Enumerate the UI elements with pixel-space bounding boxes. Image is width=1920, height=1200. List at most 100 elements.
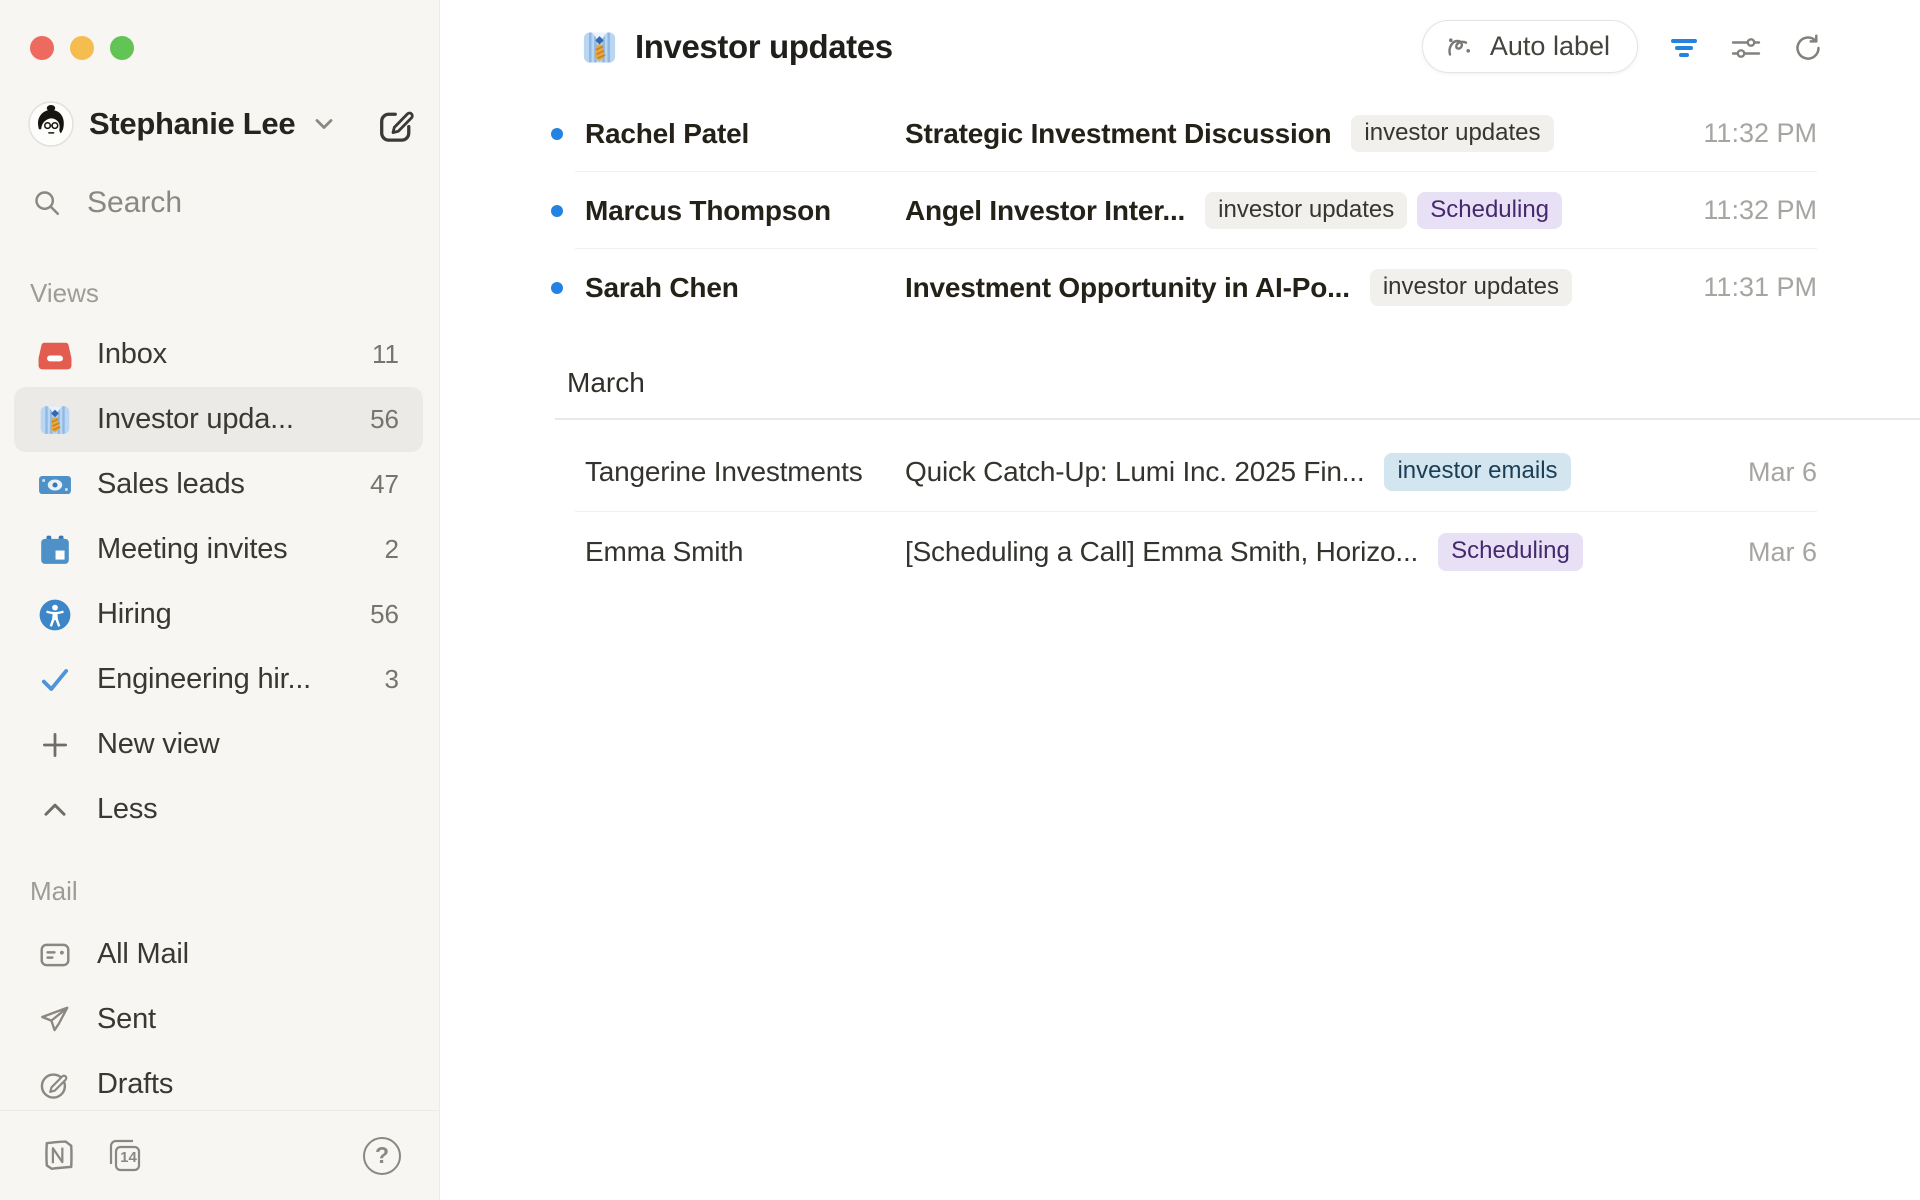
email-subject: Investment Opportunity in AI-Po... (905, 272, 1350, 304)
display-settings-button[interactable] (1729, 31, 1763, 65)
sidebar-bottom-bar: 14 ? (39, 1111, 401, 1200)
auto-label-text: Auto label (1490, 31, 1610, 62)
sidebar-item-label: Drafts (97, 1068, 173, 1101)
accessibility-icon (38, 598, 72, 632)
email-sender: Emma Smith (585, 536, 905, 568)
sidebar: Stephanie Lee Search Views (0, 0, 440, 1200)
sidebar-item-label: All Mail (97, 938, 189, 971)
email-row[interactable]: Sarah Chen Investment Opportunity in AI-… (547, 249, 1817, 326)
email-tags: investor updates (1370, 269, 1572, 307)
calendar-day-number: 14 (117, 1149, 140, 1166)
sidebar-item-inbox[interactable]: Inbox 11 (14, 322, 423, 387)
new-view-label: New view (97, 728, 220, 761)
mail-section-label: Mail (30, 876, 78, 907)
unread-count: 56 (370, 599, 399, 630)
label-tag[interactable]: Scheduling (1438, 533, 1583, 571)
email-time: 11:32 PM (1683, 195, 1817, 226)
sidebar-item-label: Inbox (97, 338, 167, 371)
notion-calendar-button[interactable]: 14 (105, 1136, 145, 1176)
label-tag[interactable]: investor updates (1205, 192, 1407, 230)
new-view-button[interactable]: New view (14, 712, 423, 777)
list-toolbar (1667, 31, 1825, 65)
less-label: Less (97, 793, 157, 826)
sidebar-item-investor-updates[interactable]: Investor upda... 56 (14, 387, 423, 452)
compose-icon (377, 106, 417, 146)
user-name: Stephanie Lee (89, 106, 295, 142)
sidebar-item-label: Meeting invites (97, 533, 287, 566)
compose-button[interactable] (377, 106, 417, 146)
label-tag[interactable]: investor emails (1384, 453, 1570, 491)
email-sender: Sarah Chen (585, 272, 905, 304)
less-button[interactable]: Less (14, 777, 423, 842)
sidebar-item-hiring[interactable]: Hiring 56 (14, 582, 423, 647)
paper-plane-icon (38, 1003, 72, 1037)
sidebar-item-all-mail[interactable]: All Mail (14, 922, 423, 987)
sidebar-item-sales-leads[interactable]: Sales leads 47 (14, 452, 423, 517)
email-list: Rachel Patel Strategic Investment Discus… (547, 95, 1817, 592)
notion-logo-icon (39, 1136, 79, 1176)
plus-icon (38, 728, 72, 762)
search-icon (32, 188, 62, 218)
sidebar-item-label: Investor upda... (97, 403, 294, 436)
sidebar-item-label: Engineering hir... (97, 663, 311, 696)
filter-icon (1667, 31, 1701, 65)
label-tag[interactable]: investor updates (1370, 269, 1572, 307)
unread-count: 56 (370, 404, 399, 435)
refresh-button[interactable] (1791, 31, 1825, 65)
email-tags: investor updates (1351, 115, 1553, 153)
checkmark-icon (38, 663, 72, 697)
inbox-tray-icon (38, 338, 72, 372)
email-subject: Angel Investor Inter... (905, 195, 1185, 227)
views-section-label: Views (30, 278, 99, 309)
unread-count: 47 (370, 469, 399, 500)
filter-button[interactable] (1667, 31, 1701, 65)
minimize-window-button[interactable] (70, 36, 94, 60)
views-list: Inbox 11 Investor upda... 56 (14, 322, 423, 842)
sliders-icon (1729, 31, 1763, 65)
chevron-down-icon (311, 111, 337, 137)
sidebar-item-label: Sent (97, 1003, 156, 1036)
email-sender: Marcus Thompson (585, 195, 905, 227)
help-button[interactable]: ? (363, 1137, 401, 1175)
unread-count: 11 (372, 339, 399, 370)
account-switcher[interactable]: Stephanie Lee (28, 101, 337, 147)
email-row[interactable]: Tangerine Investments Quick Catch-Up: Lu… (547, 420, 1817, 512)
unread-count: 2 (385, 534, 399, 565)
user-avatar (28, 101, 74, 147)
email-sender: Rachel Patel (585, 118, 905, 150)
email-row[interactable]: Rachel Patel Strategic Investment Discus… (547, 95, 1817, 172)
email-subject: [Scheduling a Call] Emma Smith, Horizo..… (905, 536, 1418, 568)
window-controls (30, 36, 134, 60)
email-time: Mar 6 (1728, 457, 1817, 488)
view-header: Investor updates (581, 28, 893, 66)
auto-label-button[interactable]: Auto label (1422, 20, 1638, 73)
email-tags: Scheduling (1438, 533, 1583, 571)
label-tag[interactable]: Scheduling (1417, 192, 1562, 230)
banknote-icon (38, 468, 72, 502)
email-time: Mar 6 (1728, 537, 1817, 568)
month-label: March (567, 367, 645, 399)
all-mail-icon (38, 938, 72, 972)
email-tags: investor updates Scheduling (1205, 192, 1562, 230)
sidebar-item-engineering-hiring[interactable]: Engineering hir... 3 (14, 647, 423, 712)
email-row[interactable]: Marcus Thompson Angel Investor Inter... … (547, 172, 1817, 249)
calendar-icon (38, 533, 72, 567)
necktie-icon (38, 403, 72, 437)
auto-label-wand-icon (1443, 30, 1477, 64)
label-tag[interactable]: investor updates (1351, 115, 1553, 153)
unread-dot (551, 128, 563, 140)
pencil-circle-icon (38, 1068, 72, 1102)
notion-app-button[interactable] (39, 1136, 79, 1176)
sidebar-item-drafts[interactable]: Drafts (14, 1052, 423, 1117)
sidebar-item-meeting-invites[interactable]: Meeting invites 2 (14, 517, 423, 582)
email-sender: Tangerine Investments (585, 456, 905, 488)
search-input[interactable]: Search (32, 186, 182, 220)
sidebar-item-sent[interactable]: Sent (14, 987, 423, 1052)
chevron-up-icon (38, 793, 72, 827)
unread-count: 3 (385, 664, 399, 695)
zoom-window-button[interactable] (110, 36, 134, 60)
close-window-button[interactable] (30, 36, 54, 60)
email-time: 11:32 PM (1683, 118, 1817, 149)
email-subject: Strategic Investment Discussion (905, 118, 1331, 150)
email-row[interactable]: Emma Smith [Scheduling a Call] Emma Smit… (547, 512, 1817, 592)
